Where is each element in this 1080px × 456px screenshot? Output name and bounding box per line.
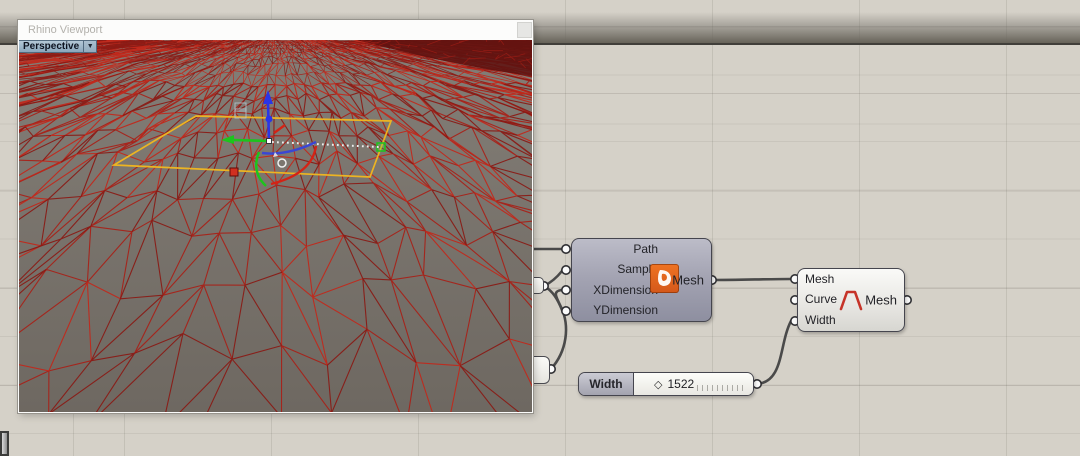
component-mesh-ribbon[interactable]: Mesh Curve Width Mesh: [797, 268, 905, 332]
slider-track[interactable]: ◇ 1522: [634, 373, 753, 395]
viewport-render: [19, 40, 532, 412]
chevron-down-icon[interactable]: ▼: [84, 40, 97, 53]
red-trapezoid-icon: [838, 289, 864, 312]
viewport-mode-tab[interactable]: Perspective ▼: [19, 40, 97, 53]
viewport-mode-label: Perspective: [19, 40, 84, 53]
slider-ticks: [697, 385, 745, 391]
gh-port[interactable]: [753, 380, 761, 388]
input-width: Width: [805, 314, 849, 327]
gh-port[interactable]: [562, 307, 570, 315]
hidden-slider-end[interactable]: [532, 277, 544, 294]
slider-name: Width: [579, 373, 634, 395]
close-icon[interactable]: [517, 22, 532, 38]
grasshopper-canvas[interactable]: Path Sample XDimension YDimension Mesh M…: [0, 0, 1080, 456]
input-mesh: Mesh: [805, 273, 849, 286]
input-path: Path: [572, 243, 658, 256]
output-mesh: Mesh: [672, 273, 704, 288]
slider-handle-icon[interactable]: ◇: [654, 378, 662, 391]
input-xdimension: XDimension: [572, 284, 658, 297]
gh-port[interactable]: [562, 286, 570, 294]
input-ydimension: YDimension: [572, 304, 658, 317]
gh-wire: [757, 321, 791, 384]
window-title: Rhino Viewport: [28, 24, 102, 36]
window-titlebar[interactable]: Rhino Viewport: [18, 20, 533, 40]
gh-wire: [712, 279, 791, 280]
slider-value: 1522: [667, 377, 694, 391]
output-mesh: Mesh: [865, 293, 897, 308]
gh-port[interactable]: [562, 266, 570, 274]
perspective-viewport[interactable]: Perspective ▼: [19, 40, 532, 412]
gh-port[interactable]: [562, 245, 570, 253]
width-slider[interactable]: Width ◇ 1522: [578, 372, 754, 396]
input-sample: Sample: [572, 263, 658, 276]
rhino-viewport-window[interactable]: Rhino Viewport Perspective ▼: [18, 20, 533, 413]
component-mesh-sampler[interactable]: Path Sample XDimension YDimension Mesh: [571, 238, 712, 322]
